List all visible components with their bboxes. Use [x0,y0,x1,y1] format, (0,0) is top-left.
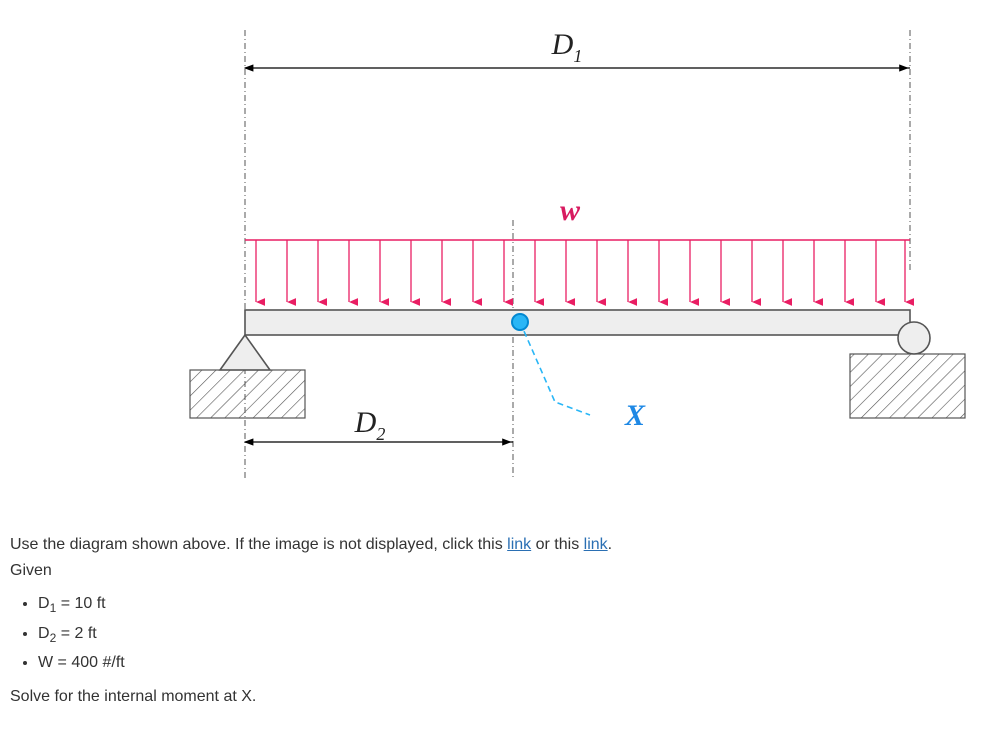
given-label: Given [10,562,52,579]
given-item-d2: D2 = 2 ft [38,621,985,648]
image-link-2[interactable]: link [584,536,608,553]
dimension-d1: D1 [245,28,910,68]
diagram-container: D1 [10,10,985,520]
given-list: D1 = 10 ft D2 = 2 ft W = 400 #/ft [38,591,985,675]
given-item-d1: D1 = 10 ft [38,591,985,618]
label-d1: D1 [551,28,583,66]
support-roller-right [850,322,965,418]
label-w: w [560,194,581,227]
support-pin-left [190,335,305,418]
label-d2: D2 [354,406,386,444]
intro-text: Use the diagram shown above. If the imag… [10,536,503,553]
distributed-load: w [245,194,910,302]
label-x: X [624,399,646,432]
problem-statement: Use the diagram shown above. If the imag… [10,532,985,709]
solve-prompt: Solve for the internal moment at X. [10,688,256,705]
beam-diagram: D1 [10,10,980,520]
page: D1 [0,0,1001,729]
extension-lines [245,30,910,480]
image-link-1[interactable]: link [507,536,531,553]
given-item-w: W = 400 #/ft [38,650,985,676]
beam [245,310,910,335]
